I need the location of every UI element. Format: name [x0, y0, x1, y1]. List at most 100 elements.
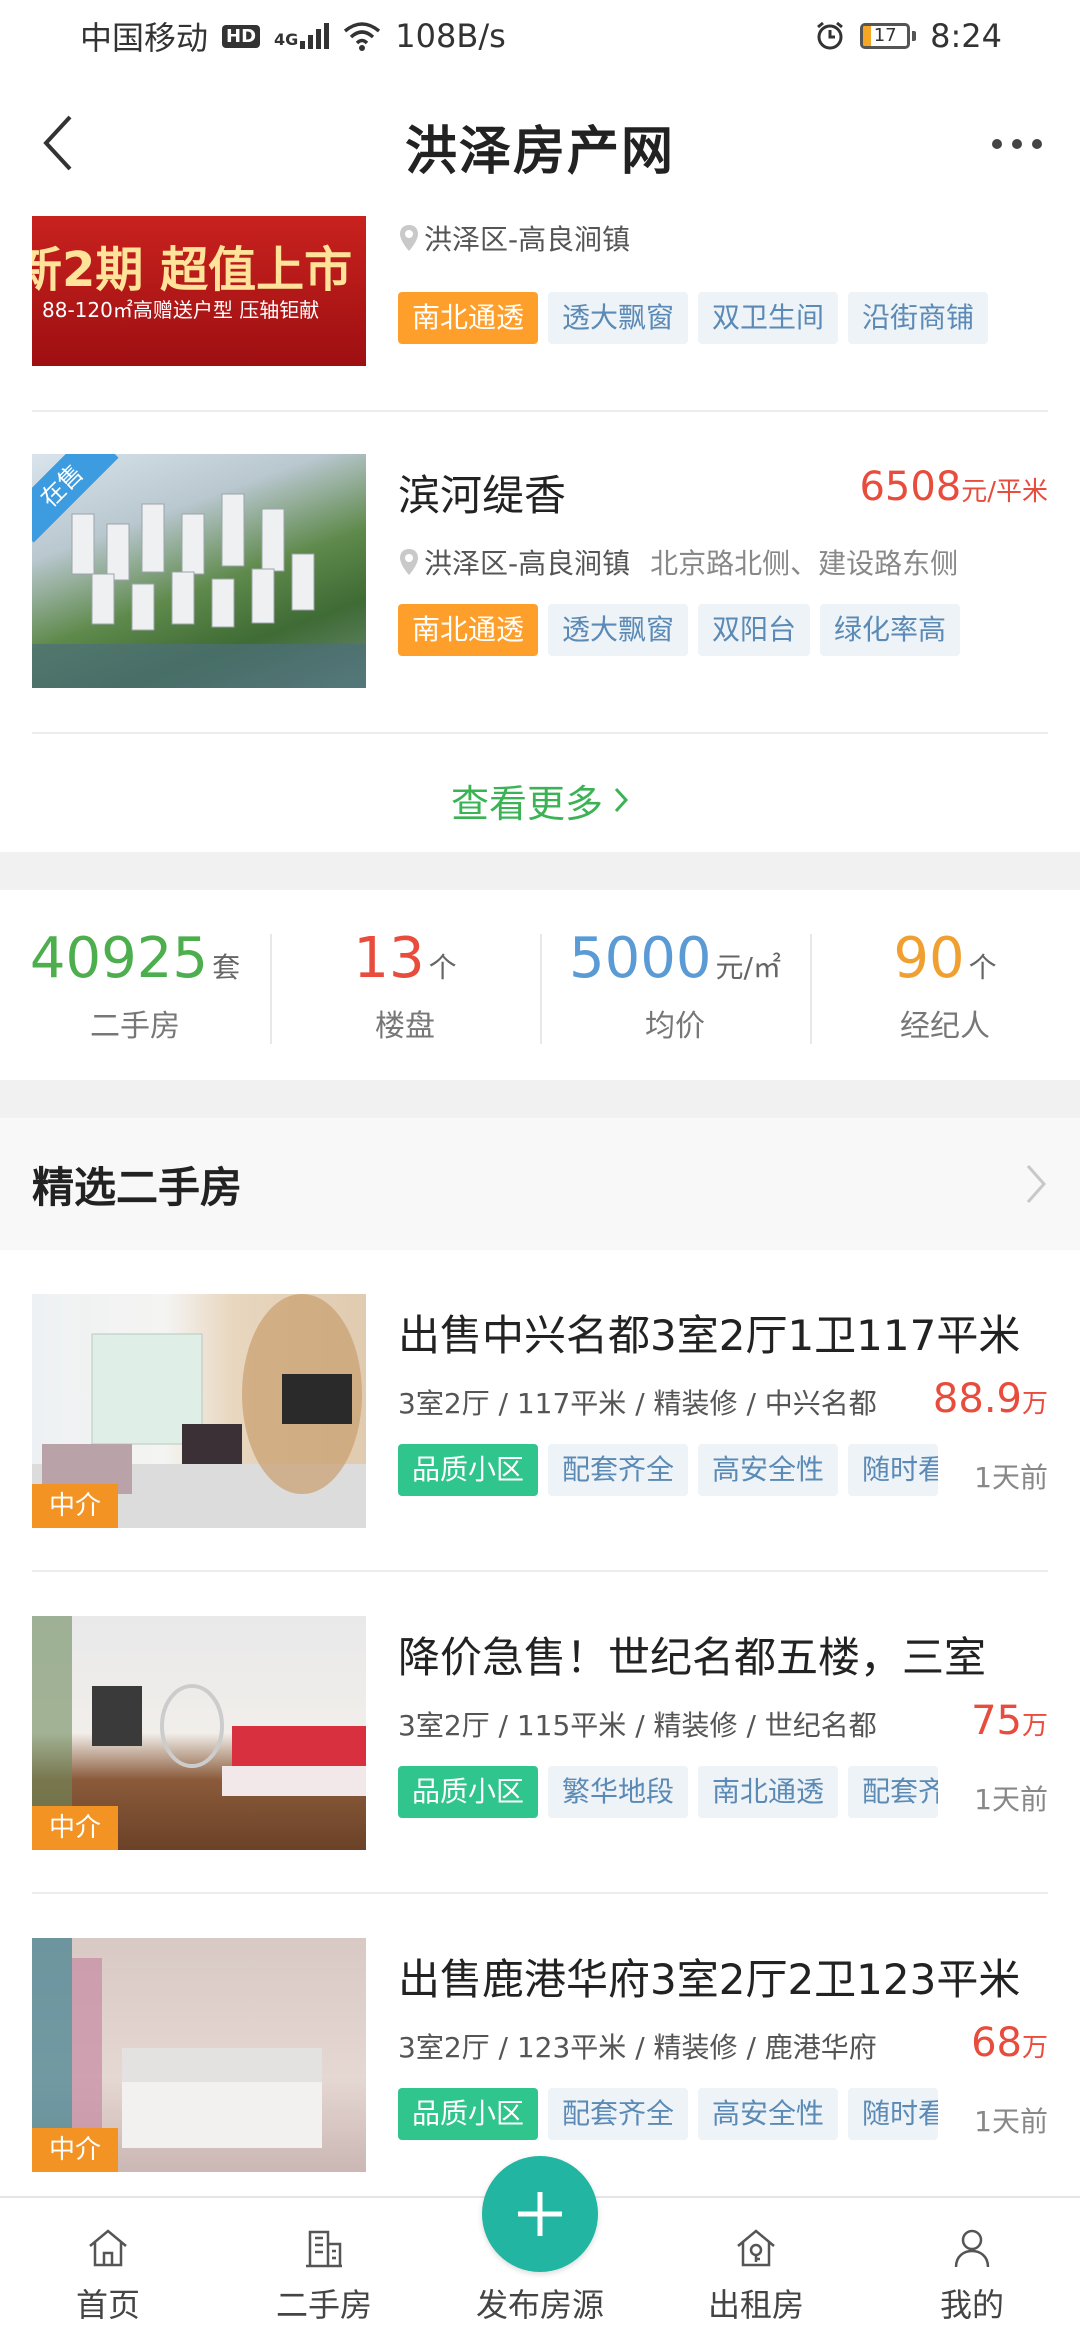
property-image: 中介	[32, 1938, 366, 2172]
section-header[interactable]: 精选二手房	[0, 1118, 1080, 1250]
listing-price: 6508元/平米	[859, 464, 1048, 510]
stat-agents[interactable]: 90 个 经纪人	[810, 926, 1080, 1045]
tag: 双阳台	[698, 604, 811, 656]
tag: 南北通透	[398, 292, 539, 344]
tag: 高安全性	[698, 2088, 839, 2140]
stat-label: 均价	[645, 1008, 705, 1044]
tag-list: 南北通透 透大飘窗 双阳台 绿化率高	[398, 604, 961, 656]
listing-title: 出售鹿港华府3室2厅2卫123平米	[398, 1955, 1021, 2004]
stat-unit: 个	[428, 950, 457, 984]
network-speed: 108B/s	[395, 17, 506, 55]
stat-unit: 元/㎡	[715, 950, 781, 984]
more-dot-icon	[1012, 139, 1022, 149]
tab-label: 出租房	[707, 2286, 804, 2324]
chevron-right-icon	[614, 787, 629, 813]
tag: 品质小区	[398, 1444, 539, 1496]
section-gap	[0, 852, 1080, 890]
battery-icon: 17	[860, 23, 917, 49]
rent-house-icon	[737, 2229, 775, 2267]
district-text: 洪泽区-高良涧镇	[424, 223, 631, 256]
hd-badge: HD	[222, 24, 261, 48]
new-home-card[interactable]: 新2期 超值上市 88-120㎡高赠送户型 压轴钜献 洪泽区-高良涧镇 南北通透…	[32, 216, 1048, 366]
more-menu-button[interactable]	[982, 114, 1052, 174]
tag-list: 品质小区 繁华地段 南北通透 配套齐全	[398, 1766, 939, 1818]
tag-list: 品质小区 配套齐全 高安全性 随时看房	[398, 2088, 939, 2140]
listing-title: 出售中兴名都3室2厅1卫117平米	[398, 1311, 1021, 1360]
property-image: 中介	[32, 1294, 366, 1528]
nav-bar: 洪泽房产网	[0, 72, 1080, 220]
tab-label: 发布房源	[475, 2286, 604, 2324]
tab-label: 首页	[75, 2286, 140, 2324]
tab-home[interactable]: 首页	[0, 2198, 216, 2340]
price-value: 6508	[859, 464, 962, 510]
section-gap	[0, 1080, 1080, 1118]
tag: 绿化率高	[820, 604, 961, 656]
user-icon	[954, 2229, 990, 2268]
listing-price: 68万	[971, 2020, 1048, 2066]
listing-price: 88.9万	[933, 1376, 1048, 1422]
agency-badge: 中介	[32, 1806, 118, 1850]
price-unit: 万	[1021, 1389, 1048, 1419]
tab-second-hand[interactable]: 二手房	[216, 2198, 432, 2340]
stats-bar: 40925 套 二手房 13 个 楼盘 5000 元/㎡ 均价 90 个 经纪人	[0, 890, 1080, 1080]
tag: 配套齐全	[848, 1766, 939, 1818]
building-icon	[306, 2230, 342, 2268]
divider	[32, 1892, 1048, 1894]
price-unit: 万	[1021, 2033, 1048, 2063]
divider	[32, 410, 1048, 412]
district-text: 洪泽区-高良涧镇	[424, 547, 631, 580]
listing-price: 75万	[971, 1698, 1048, 1744]
tag: 品质小区	[398, 2088, 539, 2140]
stat-unit: 套	[212, 950, 241, 984]
second-hand-card[interactable]: 中介 出售中兴名都3室2厅1卫117平米 3室2厅 / 117平米 / 精装修 …	[32, 1294, 1048, 1528]
agency-badge: 中介	[32, 2128, 118, 2172]
see-more-link[interactable]: 查看更多	[0, 760, 1080, 840]
agency-badge: 中介	[32, 1484, 118, 1528]
tab-label: 我的	[939, 2286, 1004, 2324]
tag-list: 南北通透 透大飘窗 双卫生间 沿街商铺	[398, 292, 989, 344]
section-title: 精选二手房	[32, 1162, 243, 1212]
new-home-card[interactable]: 在售 滨河缇香 6508元/平米 洪泽区-高良涧镇 北京路北侧、建设路东侧 南北…	[32, 454, 1048, 688]
second-hand-card[interactable]: 中介 出售鹿港华府3室2厅2卫123平米 3室2厅 / 123平米 / 精装修 …	[32, 1938, 1048, 2172]
banner-subtitle: 88-120㎡高赠送户型 压轴钜献	[42, 298, 320, 322]
tag: 随时看房	[848, 1444, 939, 1496]
tag-list: 品质小区 配套齐全 高安全性 随时看房	[398, 1444, 939, 1496]
back-button[interactable]	[22, 108, 92, 178]
price-value: 75	[971, 1698, 1022, 1744]
tag: 品质小区	[398, 1766, 539, 1818]
listing-specs: 3室2厅 / 117平米 / 精装修 / 中兴名都	[398, 1387, 877, 1420]
stat-label: 楼盘	[375, 1008, 435, 1044]
property-image: 在售	[32, 454, 366, 688]
clock: 8:24	[930, 17, 1002, 55]
post-listing-fab[interactable]	[482, 2156, 598, 2272]
more-dot-icon	[992, 139, 1002, 149]
chevron-left-icon	[43, 115, 72, 171]
stat-value: 13	[353, 925, 425, 991]
tab-rentals[interactable]: 出租房	[648, 2198, 864, 2340]
banner-headline: 新2期 超值上市	[32, 242, 353, 298]
tag: 透大飘窗	[548, 292, 689, 344]
price-unit: 元/平米	[961, 477, 1048, 507]
network-type: 4G	[274, 30, 299, 49]
stat-value: 40925	[29, 925, 209, 991]
price-value: 88.9	[932, 1376, 1022, 1422]
listing-title: 滨河缇香	[398, 471, 567, 520]
tab-profile[interactable]: 我的	[864, 2198, 1080, 2340]
divider	[32, 1570, 1048, 1572]
status-bar: 中国移动 HD 4G 108B/s 17 8:24	[0, 0, 1080, 72]
tag: 南北通透	[398, 604, 539, 656]
location-pin-icon	[400, 549, 418, 575]
listing-title: 降价急售！世纪名都五楼，三室	[398, 1633, 987, 1682]
stat-avg-price[interactable]: 5000 元/㎡ 均价	[540, 926, 810, 1045]
stat-second-hand[interactable]: 40925 套 二手房	[0, 926, 270, 1045]
home-icon	[89, 2229, 127, 2267]
tag: 随时看房	[848, 2088, 939, 2140]
posted-time: 1天前	[974, 1783, 1048, 1816]
stat-label: 二手房	[90, 1008, 180, 1044]
see-more-label: 查看更多	[450, 781, 603, 826]
alarm-icon	[817, 21, 844, 50]
carrier-label: 中国移动	[80, 19, 209, 57]
second-hand-card[interactable]: 中介 降价急售！世纪名都五楼，三室 3室2厅 / 115平米 / 精装修 / 世…	[32, 1616, 1048, 1850]
stat-projects[interactable]: 13 个 楼盘	[270, 926, 540, 1045]
price-value: 68	[971, 2020, 1022, 2066]
